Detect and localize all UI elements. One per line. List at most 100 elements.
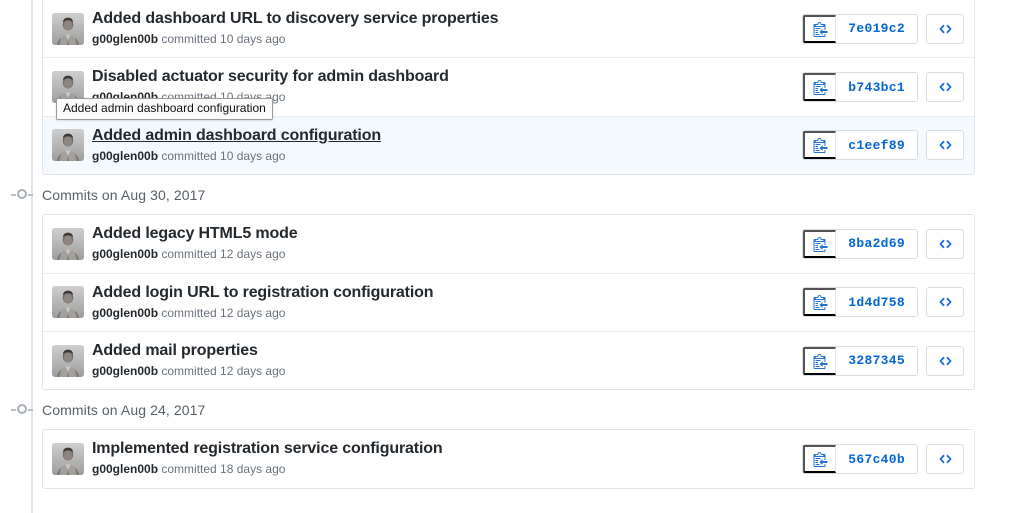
avatar[interactable] <box>52 443 84 476</box>
code-brackets-icon <box>938 356 952 366</box>
sha-button-group: 567c40b <box>802 444 918 475</box>
commit-title-link[interactable]: Implemented registration service configu… <box>92 439 443 459</box>
code-brackets-icon <box>938 297 952 307</box>
commit-card: Added legacy HTML5 mode g00glen00b commi… <box>42 214 975 391</box>
commit-sha-link[interactable]: 7e019c2 <box>836 14 917 43</box>
browse-code-button[interactable] <box>926 444 964 475</box>
commit-group: Commits on Aug 24, 2017 Implemented regi… <box>0 390 1024 489</box>
commit-details: Added admin dashboard configuration g00g… <box>92 126 802 165</box>
sha-button-group: c1eef89 <box>802 130 918 161</box>
clipboard-copy-icon <box>813 452 828 468</box>
commit-byline: g00glen00b committed 10 days ago <box>92 31 792 48</box>
commit-title-link[interactable]: Disabled actuator security for admin das… <box>92 67 449 87</box>
commit-author-link[interactable]: g00glen00b <box>92 32 158 46</box>
commit-time: committed 18 days ago <box>161 462 286 477</box>
copy-sha-button[interactable] <box>803 229 837 258</box>
code-brackets-icon <box>938 82 952 92</box>
commit-byline: g00glen00b committed 12 days ago <box>92 305 792 322</box>
commit-group-header: Commits on Aug 30, 2017 <box>0 175 1024 214</box>
commit-sha-link[interactable]: 1d4d758 <box>836 288 917 317</box>
code-brackets-icon <box>938 24 952 34</box>
commit-details: Added mail properties g00glen00b committ… <box>92 341 802 380</box>
commit-time: committed 12 days ago <box>161 305 286 320</box>
timeline-node-icon <box>11 403 33 416</box>
commit-row[interactable]: Added dashboard URL to discovery service… <box>43 0 974 58</box>
commit-sha-link[interactable]: 3287345 <box>836 346 917 375</box>
user-avatar-photo <box>52 344 84 377</box>
commit-row[interactable]: Added mail properties g00glen00b committ… <box>43 330 974 390</box>
commit-group-date: Commits on Aug 24, 2017 <box>42 401 206 418</box>
copy-sha-button[interactable] <box>803 288 837 317</box>
commit-sha-link[interactable]: b743bc1 <box>836 73 917 102</box>
commit-details: Added dashboard URL to discovery service… <box>92 9 802 48</box>
commit-group-header: Commits on Aug 24, 2017 <box>0 390 1024 429</box>
commit-group: Commits on Aug 30, 2017 Added legacy HTM… <box>0 175 1024 391</box>
browse-code-button[interactable] <box>926 287 964 318</box>
commit-actions: 567c40b <box>802 444 964 475</box>
commit-actions: c1eef89 <box>802 130 964 161</box>
commit-time: committed 10 days ago <box>161 148 286 163</box>
copy-sha-button[interactable] <box>803 73 837 102</box>
user-avatar-photo <box>52 129 84 162</box>
commit-group-date: Commits on Aug 30, 2017 <box>42 186 206 203</box>
commit-row[interactable]: Added legacy HTML5 mode g00glen00b commi… <box>43 215 974 273</box>
commit-author-link[interactable]: g00glen00b <box>92 364 158 378</box>
commit-actions: 8ba2d69 <box>802 228 964 259</box>
commit-byline: g00glen00b committed 18 days ago <box>92 461 792 478</box>
code-brackets-icon <box>938 454 952 464</box>
clipboard-copy-icon <box>813 80 828 96</box>
avatar[interactable] <box>52 12 84 45</box>
browse-code-button[interactable] <box>926 72 964 103</box>
browse-code-button[interactable] <box>926 345 964 376</box>
user-avatar-photo <box>52 227 84 260</box>
browse-code-button[interactable] <box>926 13 964 44</box>
commit-sha-link[interactable]: 8ba2d69 <box>836 229 917 258</box>
user-avatar-photo <box>52 12 84 45</box>
sha-button-group: 1d4d758 <box>802 287 918 318</box>
commit-title-link[interactable]: Added legacy HTML5 mode <box>92 224 298 244</box>
commit-title-link[interactable]: Added dashboard URL to discovery service… <box>92 9 499 29</box>
avatar[interactable] <box>52 227 84 260</box>
copy-sha-button[interactable] <box>803 131 837 160</box>
commit-row[interactable]: Added admin dashboard configuration g00g… <box>43 115 974 175</box>
commit-sha-link[interactable]: c1eef89 <box>836 131 917 160</box>
avatar[interactable] <box>52 344 84 377</box>
avatar[interactable] <box>52 129 84 162</box>
commit-actions: 7e019c2 <box>802 13 964 44</box>
copy-sha-button[interactable] <box>803 346 837 375</box>
browse-code-button[interactable] <box>926 130 964 161</box>
commit-author-link[interactable]: g00glen00b <box>92 247 158 261</box>
commit-title-link[interactable]: Added admin dashboard configuration <box>92 126 381 146</box>
commit-title-link[interactable]: Added mail properties <box>92 341 258 361</box>
commit-details: Implemented registration service configu… <box>92 439 802 478</box>
commit-actions: 3287345 <box>802 345 964 376</box>
commit-details: Added legacy HTML5 mode g00glen00b commi… <box>92 224 802 263</box>
clipboard-copy-icon <box>813 236 828 252</box>
copy-sha-button[interactable] <box>803 14 837 43</box>
commit-title-link[interactable]: Added login URL to registration configur… <box>92 283 434 303</box>
sha-button-group: 3287345 <box>802 345 918 376</box>
commit-sha-link[interactable]: 567c40b <box>836 445 917 474</box>
clipboard-copy-icon <box>813 295 828 311</box>
clipboard-copy-icon <box>813 353 828 369</box>
sha-button-group: b743bc1 <box>802 72 918 103</box>
commit-author-link[interactable]: g00glen00b <box>92 149 158 163</box>
commit-byline: g00glen00b committed 12 days ago <box>92 363 792 380</box>
commit-details: Added login URL to registration configur… <box>92 283 802 322</box>
sha-button-group: 7e019c2 <box>802 13 918 44</box>
commit-author-link[interactable]: g00glen00b <box>92 306 158 320</box>
commit-card: Added dashboard URL to discovery service… <box>42 0 975 176</box>
timeline-node-icon <box>11 188 33 201</box>
commit-row[interactable]: Implemented registration service configu… <box>43 430 974 488</box>
clipboard-copy-icon <box>813 21 828 37</box>
commit-byline: g00glen00b committed 10 days ago <box>92 148 792 165</box>
copy-sha-button[interactable] <box>803 445 837 474</box>
clipboard-copy-icon <box>813 138 828 154</box>
browse-code-button[interactable] <box>926 228 964 259</box>
commits-page: Added dashboard URL to discovery service… <box>0 0 1024 513</box>
commit-card: Implemented registration service configu… <box>42 429 975 489</box>
commit-row[interactable]: Added login URL to registration configur… <box>43 272 974 331</box>
commit-actions: 1d4d758 <box>802 287 964 318</box>
commit-author-link[interactable]: g00glen00b <box>92 462 158 476</box>
avatar[interactable] <box>52 286 84 319</box>
